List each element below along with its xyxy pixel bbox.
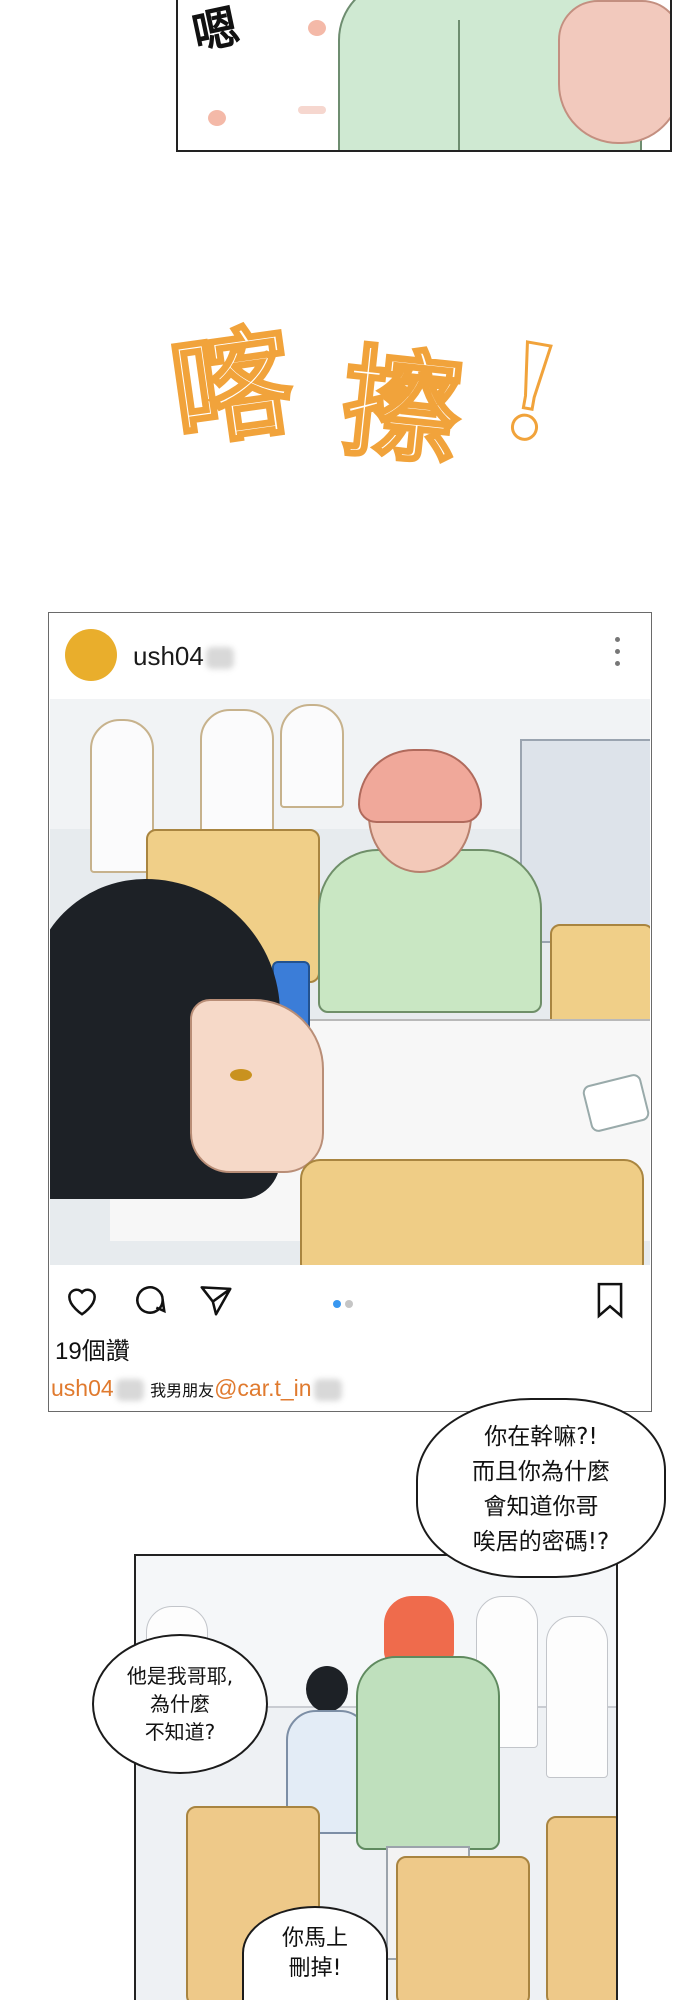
dialogue-line: 他是我哥耶,	[126, 1664, 234, 1688]
dialogue-line: 而且你為什麼	[472, 1459, 610, 1485]
post-photo[interactable]	[50, 699, 650, 1265]
chair	[546, 1816, 616, 2000]
comment-icon[interactable]	[131, 1281, 169, 1319]
paw-icon	[308, 20, 326, 36]
more-icon[interactable]	[615, 637, 621, 671]
shirt-collar	[458, 20, 460, 150]
post-actions	[49, 1265, 651, 1329]
blurred-username-suffix	[205, 647, 234, 670]
caption-mention[interactable]: @car.t_in	[214, 1375, 312, 1401]
pink-haired-character	[318, 749, 542, 1013]
dialogue-line: 會知道你哥	[483, 1494, 599, 1520]
dialogue-line: 為什麼	[150, 1692, 210, 1716]
sfx-char-1: 喀	[161, 308, 302, 467]
speech-bubble: 你在幹嘛?! 而且你為什麼 會知道你哥 唉居的密碼!?	[416, 1398, 666, 1578]
share-icon[interactable]	[197, 1281, 235, 1319]
background-crowd	[200, 709, 274, 833]
blurred-mention-suffix	[313, 1378, 342, 1401]
sfx-text: 嗯	[187, 0, 244, 62]
background-crowd	[546, 1616, 608, 1778]
social-post: ush04 19個讚 ush04 我男朋友@car.t_in	[48, 612, 652, 1412]
heart-icon[interactable]	[63, 1281, 101, 1319]
character-hand	[558, 0, 670, 144]
post-caption: ush04 我男朋友@car.t_in	[51, 1375, 342, 1402]
speech-bubble: 你馬上 刪掉!	[242, 1906, 388, 2000]
caption-username[interactable]: ush04	[51, 1375, 114, 1401]
character-eye	[230, 1069, 252, 1081]
background-crowd	[90, 719, 154, 873]
sfx-char-2: 擦	[334, 330, 471, 486]
bone-icon	[298, 106, 326, 114]
carousel-dot[interactable]	[345, 1300, 353, 1308]
camera-shutter-sfx: 喀 擦 !	[161, 308, 574, 538]
caption-text: 我男朋友	[150, 1383, 215, 1400]
dialogue-line: 唉居的密碼!?	[472, 1529, 610, 1555]
avatar[interactable]	[65, 629, 117, 681]
sfx-char-3: !	[488, 311, 574, 475]
carousel-dot-active[interactable]	[333, 1300, 341, 1308]
manga-panel-top: 嗯	[176, 0, 672, 152]
dialogue-line: 不知道?	[144, 1720, 216, 1744]
dialogue-line: 你馬上	[281, 1926, 348, 1951]
username-text: ush04	[133, 641, 204, 671]
chair	[300, 1159, 644, 1265]
bookmark-icon[interactable]	[591, 1281, 629, 1319]
dialogue-line: 刪掉!	[288, 1956, 342, 1981]
character-face	[190, 999, 324, 1173]
post-username[interactable]: ush04	[133, 641, 234, 672]
speech-bubble: 他是我哥耶, 為什麼 不知道?	[92, 1634, 268, 1774]
paw-icon	[208, 110, 226, 126]
like-count[interactable]: 19個讚	[55, 1331, 130, 1366]
carousel-dots	[333, 1295, 357, 1313]
dialogue-line: 你在幹嘛?!	[484, 1424, 598, 1450]
blurred-username-suffix	[115, 1378, 144, 1401]
post-header: ush04	[49, 613, 651, 699]
chair	[396, 1856, 530, 2000]
